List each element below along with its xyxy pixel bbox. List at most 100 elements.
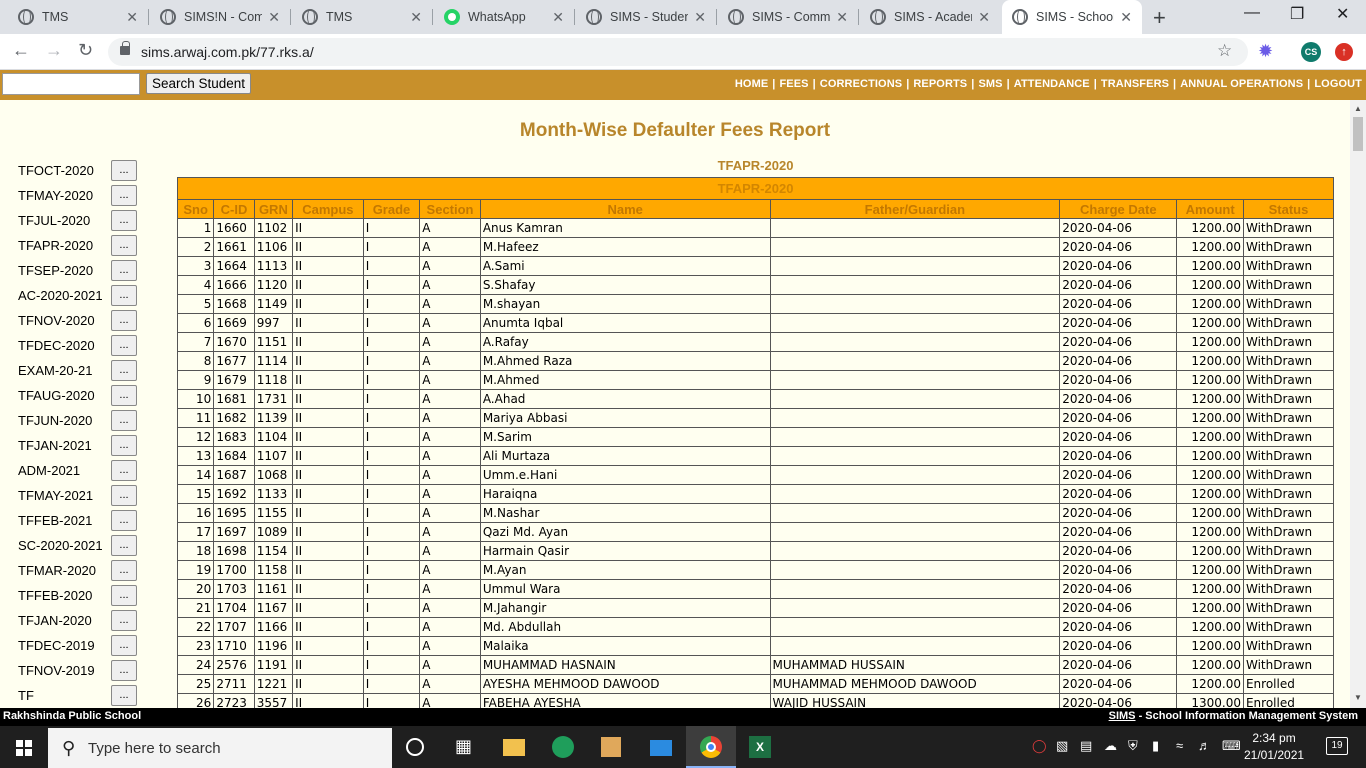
task-view-icon[interactable]: ▦ — [455, 736, 477, 758]
tray-cloud-icon[interactable]: ☁ — [1104, 738, 1117, 754]
close-tab-icon[interactable]: ✕ — [268, 9, 280, 26]
tray-monitor-icon[interactable]: ▤ — [1080, 738, 1092, 754]
close-window-button[interactable]: ✕ — [1336, 4, 1349, 24]
browser-tab[interactable]: TMS ✕ — [8, 0, 148, 34]
tray-battery-icon[interactable]: ▮ — [1152, 738, 1159, 754]
column-header[interactable]: Grade — [362, 199, 421, 219]
taskbar-clock[interactable]: 2:34 pm 21/01/2021 — [1244, 730, 1304, 764]
sims-link[interactable]: SIMS — [1109, 710, 1136, 722]
address-bar[interactable]: sims.arwaj.com.pk/77.rks.a/ — [108, 38, 1248, 66]
notification-icon[interactable]: 19 — [1326, 737, 1348, 755]
close-tab-icon[interactable]: ✕ — [1120, 9, 1132, 26]
fee-period-open-button[interactable]: ... — [111, 660, 137, 681]
fee-period-open-button[interactable]: ... — [111, 360, 137, 381]
fee-period-open-button[interactable]: ... — [111, 335, 137, 356]
close-tab-icon[interactable]: ✕ — [552, 9, 564, 26]
forward-icon[interactable]: → — [45, 40, 63, 61]
browser-tab[interactable]: SIMS!N - Com ✕ — [150, 0, 290, 34]
maximize-button[interactable]: ❐ — [1290, 4, 1304, 24]
profile-avatar[interactable]: CS — [1301, 42, 1321, 62]
fee-period-open-button[interactable]: ... — [111, 560, 137, 581]
reload-icon[interactable]: ↻ — [78, 40, 93, 61]
fee-period-open-button[interactable]: ... — [111, 285, 137, 306]
column-header[interactable]: Amount — [1176, 199, 1244, 219]
tray-app-icon[interactable]: ◯ — [1032, 738, 1047, 754]
mail-icon[interactable] — [650, 740, 672, 756]
fee-period-open-button[interactable]: ... — [111, 435, 137, 456]
tray-wifi-icon[interactable]: ≈ — [1176, 738, 1183, 753]
nav-link-logout[interactable]: LOGOUT — [1314, 78, 1362, 90]
store-icon[interactable] — [601, 737, 621, 757]
nav-link-attendance[interactable]: ATTENDANCE — [1014, 78, 1090, 90]
fee-period-open-button[interactable]: ... — [111, 610, 137, 631]
nav-link-fees[interactable]: FEES — [779, 78, 808, 90]
fee-period-open-button[interactable]: ... — [111, 510, 137, 531]
column-header[interactable]: Campus — [292, 199, 364, 219]
edge-icon[interactable] — [552, 736, 574, 758]
scroll-thumb[interactable] — [1353, 117, 1363, 151]
column-header[interactable]: Sno — [176, 199, 215, 219]
tray-shield-icon[interactable]: ⛨ — [1128, 738, 1138, 754]
column-header[interactable]: Section — [419, 199, 481, 219]
minimize-button[interactable]: — — [1244, 4, 1260, 22]
tray-volume-icon[interactable]: ♬ — [1198, 738, 1211, 753]
nav-link-home[interactable]: HOME — [735, 78, 768, 90]
column-header[interactable]: Name — [479, 199, 771, 219]
browser-tab[interactable]: WhatsApp ✕ — [434, 0, 574, 34]
windows-start-icon[interactable] — [16, 740, 32, 756]
page-scrollbar[interactable]: ▲ ▼ — [1350, 100, 1366, 708]
fee-period-open-button[interactable]: ... — [111, 535, 137, 556]
table-cell: 1684 — [213, 446, 255, 466]
file-explorer-icon[interactable] — [503, 739, 525, 756]
fee-period-open-button[interactable]: ... — [111, 310, 137, 331]
scroll-up-icon[interactable]: ▲ — [1354, 104, 1362, 113]
fee-period-open-button[interactable]: ... — [111, 210, 137, 231]
bookmark-star-icon[interactable]: ☆ — [1217, 41, 1232, 61]
column-header[interactable]: Charge Date — [1059, 199, 1178, 219]
nav-link-reports[interactable]: REPORTS — [913, 78, 967, 90]
browser-tab[interactable]: SIMS - Acaden ✕ — [860, 0, 1000, 34]
fee-period-open-button[interactable]: ... — [111, 585, 137, 606]
scroll-down-icon[interactable]: ▼ — [1354, 693, 1362, 702]
excel-icon[interactable]: X — [749, 736, 771, 758]
fee-period-open-button[interactable]: ... — [111, 635, 137, 656]
search-student-button[interactable]: Search Student — [146, 73, 252, 94]
fee-period-open-button[interactable]: ... — [111, 460, 137, 481]
close-tab-icon[interactable]: ✕ — [126, 9, 138, 26]
cortana-icon[interactable] — [406, 738, 424, 756]
fee-period-open-button[interactable]: ... — [111, 385, 137, 406]
close-tab-icon[interactable]: ✕ — [410, 9, 422, 26]
column-header[interactable]: Father/Guardian — [769, 199, 1061, 219]
fee-period-open-button[interactable]: ... — [111, 410, 137, 431]
taskbar-search-box[interactable]: ⚲ Type here to search — [48, 728, 392, 768]
fee-period-open-button[interactable]: ... — [111, 160, 137, 181]
close-tab-icon[interactable]: ✕ — [694, 9, 706, 26]
fee-period-open-button[interactable]: ... — [111, 685, 137, 706]
browser-tab[interactable]: SIMS - School ✕ — [1002, 0, 1142, 34]
column-header[interactable]: GRN — [253, 199, 294, 219]
browser-tab[interactable]: SIMS - Student ✕ — [576, 0, 716, 34]
extension-icon[interactable]: ✹ — [1258, 41, 1273, 62]
fee-period-open-button[interactable]: ... — [111, 235, 137, 256]
tray-network-adapter-icon[interactable]: ▧ — [1056, 738, 1068, 754]
browser-tab[interactable]: TMS ✕ — [292, 0, 432, 34]
close-tab-icon[interactable]: ✕ — [836, 9, 848, 26]
nav-link-corrections[interactable]: CORRECTIONS — [820, 78, 902, 90]
back-icon[interactable]: ← — [12, 40, 30, 61]
browser-tab[interactable]: SIMS - Commu ✕ — [718, 0, 858, 34]
fee-period-open-button[interactable]: ... — [111, 260, 137, 281]
table-cell: 11 — [176, 408, 215, 428]
close-tab-icon[interactable]: ✕ — [978, 9, 990, 26]
nav-link-sms[interactable]: SMS — [978, 78, 1002, 90]
new-tab-button[interactable]: + — [1153, 5, 1166, 31]
update-icon[interactable]: ↑ — [1335, 43, 1353, 61]
chrome-taskbar-button[interactable] — [686, 726, 736, 768]
nav-link-transfers[interactable]: TRANSFERS — [1101, 78, 1169, 90]
fee-period-open-button[interactable]: ... — [111, 185, 137, 206]
tray-keyboard-icon[interactable]: ⌨ — [1222, 738, 1241, 754]
fee-period-open-button[interactable]: ... — [111, 485, 137, 506]
search-student-input[interactable] — [2, 73, 140, 95]
column-header[interactable]: C-ID — [213, 199, 255, 219]
column-header[interactable]: Status — [1242, 199, 1335, 219]
nav-link-annual-operations[interactable]: ANNUAL OPERATIONS — [1180, 78, 1303, 90]
